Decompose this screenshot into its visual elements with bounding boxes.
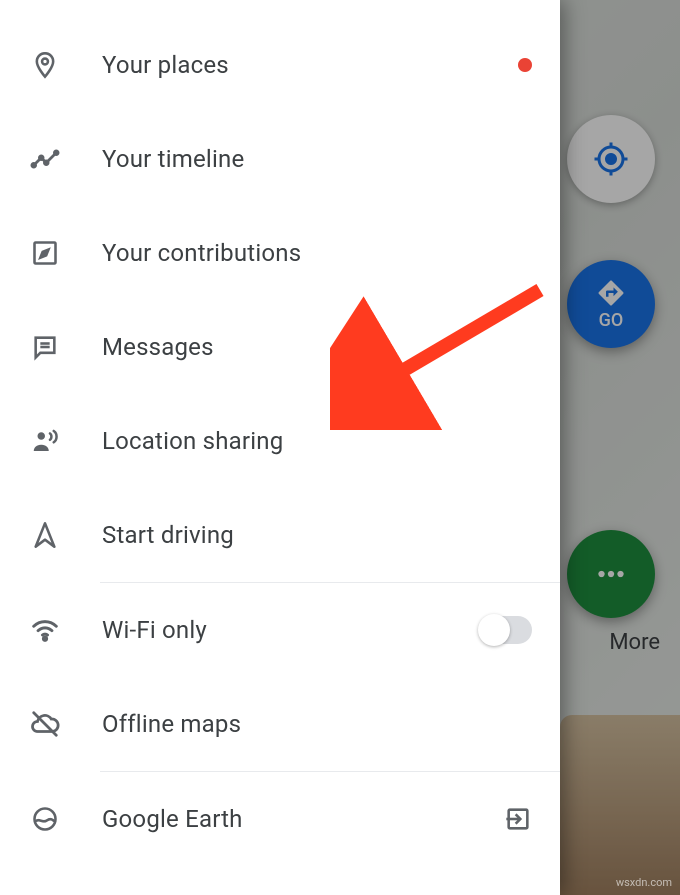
watermark: wsxdn.com — [616, 876, 672, 889]
edit-square-icon — [28, 236, 62, 270]
menu-label: Wi-Fi only — [102, 616, 207, 644]
menu-label: Your contributions — [102, 239, 301, 267]
location-sharing-icon — [28, 424, 62, 458]
navigation-drawer: Your places Your timeline Your contribut… — [0, 0, 560, 895]
cloud-off-icon — [28, 707, 62, 741]
navigation-arrow-icon — [28, 518, 62, 552]
open-external-icon — [504, 805, 532, 833]
menu-label: Offline maps — [102, 710, 241, 738]
menu-start-driving[interactable]: Start driving — [0, 488, 560, 582]
menu-label: Google Earth — [102, 805, 243, 833]
menu-your-contributions[interactable]: Your contributions — [0, 206, 560, 300]
menu-label: Start driving — [102, 521, 234, 549]
toggle-knob — [478, 614, 510, 646]
timeline-icon — [28, 142, 62, 176]
menu-label: Location sharing — [102, 427, 283, 455]
menu-wifi-only[interactable]: Wi-Fi only — [0, 583, 560, 677]
wifi-icon — [28, 613, 62, 647]
message-icon — [28, 330, 62, 364]
menu-google-earth[interactable]: Google Earth — [0, 772, 560, 866]
menu-your-places[interactable]: Your places — [0, 18, 560, 112]
google-earth-icon — [28, 802, 62, 836]
notification-dot — [518, 58, 532, 72]
pin-icon — [28, 48, 62, 82]
menu-label: Messages — [102, 333, 214, 361]
menu-label: Your places — [102, 51, 229, 79]
menu-your-timeline[interactable]: Your timeline — [0, 112, 560, 206]
menu-location-sharing[interactable]: Location sharing — [0, 394, 560, 488]
menu-offline-maps[interactable]: Offline maps — [0, 677, 560, 771]
wifi-only-toggle[interactable] — [480, 616, 532, 644]
menu-label: Your timeline — [102, 145, 244, 173]
menu-messages[interactable]: Messages — [0, 300, 560, 394]
